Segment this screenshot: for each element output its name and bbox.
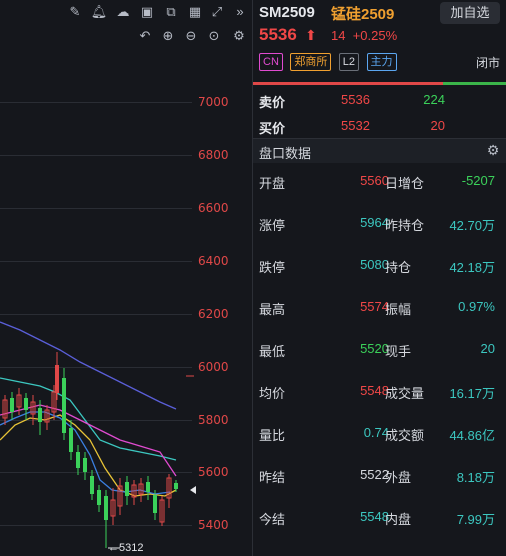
stat-value: 5522 [360, 467, 389, 482]
stat-label: 今结 [259, 512, 286, 527]
tag-cn: CN [259, 53, 283, 71]
symbol-code: SM2509 [259, 4, 315, 21]
stat-label: 成交量 [385, 386, 425, 401]
bid-volume: 20 [430, 118, 445, 133]
stat-value: 0.74 [363, 425, 389, 440]
stat-value: 5080 [360, 257, 389, 272]
stat-label: 振幅 [385, 302, 412, 317]
stat-label: 最低 [259, 344, 286, 359]
bid-price: 5532 [341, 118, 370, 133]
ask-ratio-bar [253, 82, 443, 85]
stat-value: 8.18万 [456, 470, 495, 485]
up-arrow-icon: ⬆ [305, 27, 317, 43]
stat-value: 44.86亿 [449, 428, 495, 443]
stat-value: 5560 [360, 173, 389, 188]
stat-row: 最高 5574 振幅 0.97% [253, 299, 506, 325]
stat-value: 42.70万 [449, 218, 495, 233]
stat-value: 16.17万 [449, 386, 495, 401]
stat-label: 现手 [385, 344, 412, 359]
stat-label: 内盘 [385, 512, 412, 527]
stat-row: 跌停 5080 持仓 42.18万 [253, 257, 506, 283]
stat-label: 日增仓 [385, 176, 425, 191]
ask-label: 卖价 [259, 95, 286, 110]
stat-value: 42.18万 [449, 260, 495, 275]
stat-value: -5207 [461, 173, 495, 188]
stat-row: 均价 5548 成交量 16.17万 [253, 383, 506, 409]
ask-row: 卖价 5536 224 [253, 92, 506, 114]
stat-label: 昨结 [259, 470, 286, 485]
stat-label: 昨持仓 [385, 218, 425, 233]
stat-label: 成交额 [385, 428, 425, 443]
symbol-name: 锰硅2509 [331, 6, 395, 23]
low-marker-label: ←5312 [108, 542, 144, 554]
kline-chart[interactable]: ✎ 🔔︎ ☁ ▣ ⧉ ▦ ⤢ » ↶ ⊕ ⊖ ⊙ ⚙ 7000 6800 660… [0, 0, 253, 556]
quote-panel: SM2509 锰硅2509 加自选 5536 ⬆ 14 +0.25% CN 郑商… [253, 0, 506, 556]
market-status: 闭市 [475, 56, 500, 70]
tag-exchange: 郑商所 [290, 53, 332, 71]
panel-header: 盘口数据 ⚙ [253, 138, 506, 163]
stat-label: 外盘 [385, 470, 412, 485]
last-price: 5536 [259, 25, 297, 44]
tag-row: CN 郑商所 L2 主力 [259, 52, 400, 71]
stat-row: 昨结 5522 外盘 8.18万 [253, 467, 506, 493]
stat-value: 5548 [360, 383, 389, 398]
tag-l2: L2 [338, 53, 360, 71]
stat-value: 0.97% [458, 299, 495, 314]
stat-value: 7.99万 [456, 512, 495, 527]
stat-row: 今结 5548 内盘 7.99万 [253, 509, 506, 535]
stat-label: 涨停 [259, 218, 286, 233]
stat-row: 开盘 5560 日增仓 -5207 [253, 173, 506, 199]
kline-plot [0, 321, 196, 549]
stat-label: 跌停 [259, 260, 286, 275]
gear-icon[interactable]: ⚙ [484, 141, 502, 159]
stat-label: 持仓 [385, 260, 412, 275]
stat-value: 5964 [360, 215, 389, 230]
add-watchlist-button[interactable]: 加自选 [440, 2, 500, 24]
bid-ratio-bar [443, 82, 506, 85]
stat-row: 涨停 5964 昨持仓 42.70万 [253, 215, 506, 241]
stat-label: 最高 [259, 302, 286, 317]
stat-value: 5548 [360, 509, 389, 524]
stat-value: 5574 [360, 299, 389, 314]
panel-title: 盘口数据 [259, 146, 312, 161]
stat-row: 最低 5520 现手 20 [253, 341, 506, 367]
bid-label: 买价 [259, 121, 286, 136]
tag-main: 主力 [366, 53, 397, 71]
price-change: 14 +0.25% [331, 28, 398, 43]
bid-row: 买价 5532 20 [253, 118, 506, 140]
stat-label: 开盘 [259, 176, 286, 191]
stat-label: 量比 [259, 428, 286, 443]
stat-value: 5520 [360, 341, 389, 356]
ask-price: 5536 [341, 92, 370, 107]
ask-volume: 224 [423, 92, 445, 107]
stat-row: 量比 0.74 成交额 44.86亿 [253, 425, 506, 451]
stat-value: 20 [480, 341, 495, 356]
stat-label: 均价 [259, 386, 286, 401]
